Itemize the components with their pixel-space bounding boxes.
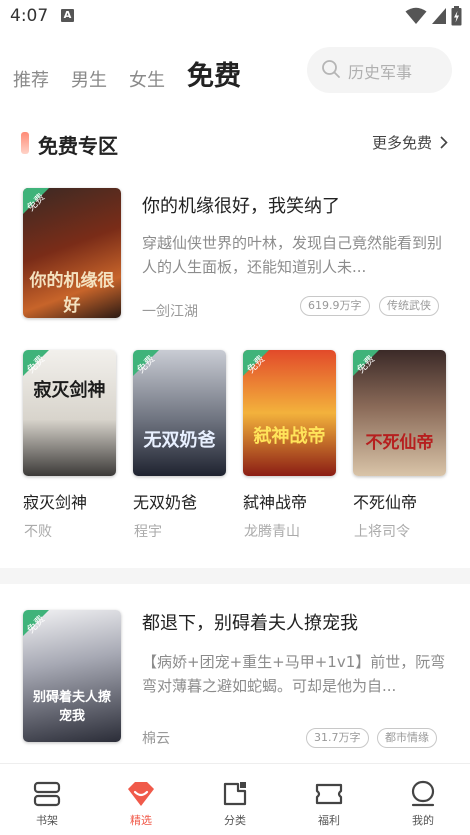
ticket-icon bbox=[315, 783, 343, 805]
book-description: 穿越仙侠世界的叶林，发现自己竟然能看到别人的人生面板，还能知道别人未... bbox=[142, 234, 443, 276]
grid-book-title: 不死仙帝 bbox=[353, 493, 418, 512]
search-bar[interactable]: 历史军事 bbox=[307, 47, 452, 93]
nav-profile[interactable]: 我的 bbox=[376, 764, 470, 835]
search-icon bbox=[322, 60, 340, 78]
section-accent-bar bbox=[21, 132, 29, 154]
tab-free[interactable]: 免费 bbox=[187, 54, 241, 93]
book-description: 【病娇+团宠+重生+马甲+1v1】前世，阮弯弯对薄暮之避如蛇蝎。可却是他为自..… bbox=[142, 653, 446, 695]
nav-label: 福利 bbox=[318, 814, 340, 827]
nav-category[interactable]: 分类 bbox=[188, 764, 282, 835]
word-count-tag: 31.7万字 bbox=[306, 728, 369, 748]
grid-book-title: 寂灭剑神 bbox=[23, 493, 88, 512]
section-title: 免费专区 bbox=[38, 134, 118, 158]
nav-bookshelf[interactable]: 书架 bbox=[0, 764, 94, 835]
profile-icon bbox=[411, 780, 435, 807]
bookshelf-icon bbox=[33, 781, 61, 807]
section-header: 免费专区 更多免费 bbox=[0, 128, 470, 160]
status-time: 4:07 bbox=[10, 6, 49, 26]
nav-label: 精选 bbox=[130, 814, 152, 827]
more-free-label: 更多免费 bbox=[371, 134, 432, 152]
grid-book-author: 上将司令 bbox=[354, 524, 410, 540]
nav-label: 书架 bbox=[36, 814, 58, 827]
book-title: 你的机缘很好，我笑纳了 bbox=[142, 196, 340, 217]
tab-recommend[interactable]: 推荐 bbox=[13, 66, 49, 92]
chevron-right-icon bbox=[440, 136, 448, 149]
book-title: 都退下，别碍着夫人撩宠我 bbox=[142, 613, 358, 634]
book-author: 一剑江湖 bbox=[142, 304, 198, 320]
battery-icon bbox=[451, 6, 462, 26]
genre-tag: 都市情缘 bbox=[377, 728, 437, 748]
status-bar: 4:07 A bbox=[0, 0, 470, 34]
cover-title-text: 不死仙帝 bbox=[365, 433, 434, 453]
tab-female[interactable]: 女生 bbox=[129, 66, 165, 92]
wifi-icon bbox=[405, 7, 427, 24]
book-cover[interactable]: 免费 寂灭剑神 bbox=[23, 350, 116, 476]
nav-welfare[interactable]: 福利 bbox=[282, 764, 376, 835]
top-tabs: 推荐 男生 女生 免费 历史军事 bbox=[0, 46, 470, 106]
cover-title-text: 弑神战帝 bbox=[253, 426, 326, 447]
grid-book-author: 程宇 bbox=[134, 524, 162, 540]
book-cover[interactable]: 免费 无双奶爸 bbox=[133, 350, 226, 476]
nav-label: 我的 bbox=[412, 814, 434, 827]
grid-book-title: 弑神战帝 bbox=[243, 493, 308, 512]
grid-book-author: 龙腾青山 bbox=[244, 524, 300, 540]
nav-featured[interactable]: 精选 bbox=[94, 764, 188, 835]
book-cover[interactable]: 免费 你的机缘很好 bbox=[23, 188, 121, 318]
grid-book-author: 不败 bbox=[24, 524, 52, 540]
tab-male[interactable]: 男生 bbox=[71, 66, 107, 92]
cover-title-text: 无双奶爸 bbox=[143, 430, 216, 451]
featured-icon bbox=[128, 782, 154, 806]
signal-icon bbox=[432, 8, 446, 24]
cover-title-text: 你的机缘很好 bbox=[29, 271, 115, 316]
search-placeholder: 历史军事 bbox=[348, 63, 413, 82]
grid-book-title: 无双奶爸 bbox=[133, 493, 198, 512]
bottom-nav: 书架 精选 分类 福利 我的 bbox=[0, 763, 470, 835]
notification-icon: A bbox=[61, 9, 74, 22]
cover-title-text: 别碍着夫人撩宠我 bbox=[32, 690, 111, 724]
cover-title-text: 寂灭剑神 bbox=[33, 380, 106, 401]
book-cover[interactable]: 免费 不死仙帝 bbox=[353, 350, 446, 476]
book-author: 棉云 bbox=[142, 731, 170, 747]
category-icon bbox=[223, 782, 247, 806]
status-icons bbox=[405, 5, 462, 27]
book-cover[interactable]: 免费 别碍着夫人撩宠我 bbox=[23, 610, 121, 742]
genre-tag: 传统武侠 bbox=[379, 296, 439, 316]
book-cover[interactable]: 免费 弑神战帝 bbox=[243, 350, 336, 476]
section-divider bbox=[0, 568, 470, 584]
more-free-link[interactable]: 更多免费 bbox=[372, 132, 448, 153]
nav-label: 分类 bbox=[224, 814, 246, 827]
word-count-tag: 619.9万字 bbox=[300, 296, 370, 316]
